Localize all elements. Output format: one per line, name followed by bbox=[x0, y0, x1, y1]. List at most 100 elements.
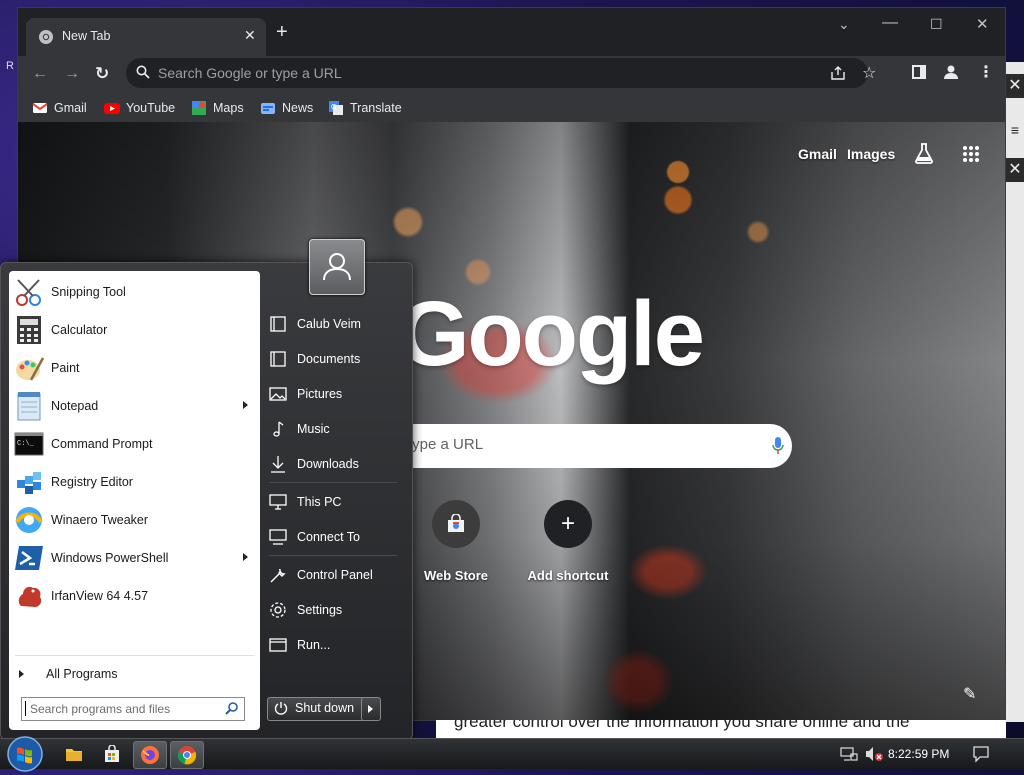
registry-editor-icon bbox=[13, 466, 45, 498]
tab-new-tab[interactable]: New Tab ✕ bbox=[26, 18, 266, 56]
all-programs-button[interactable]: All Programs bbox=[19, 667, 118, 681]
voice-search-icon[interactable] bbox=[772, 437, 784, 455]
place-user-folder[interactable]: Calub Veim bbox=[269, 309, 361, 339]
bookmark-label: YouTube bbox=[126, 101, 176, 115]
profile-icon[interactable] bbox=[943, 64, 959, 80]
labs-flask-icon[interactable] bbox=[914, 142, 934, 164]
search-icon[interactable] bbox=[225, 701, 239, 715]
shutdown-options-button[interactable] bbox=[361, 697, 381, 721]
place-documents[interactable]: Documents bbox=[269, 344, 360, 374]
action-center-icon[interactable] bbox=[972, 745, 990, 763]
program-windows-powershell[interactable]: Windows PowerShell bbox=[9, 539, 260, 577]
svg-text:G: G bbox=[331, 104, 336, 111]
all-programs-label: All Programs bbox=[46, 667, 118, 681]
divider bbox=[269, 482, 397, 483]
file-explorer-button[interactable] bbox=[58, 741, 90, 767]
translate-icon: G bbox=[328, 100, 344, 116]
chrome-button[interactable] bbox=[170, 741, 204, 769]
bookmark-star-icon[interactable]: ☆ bbox=[862, 63, 876, 83]
taskbar-clock[interactable]: 8:22:59 PM bbox=[888, 747, 949, 761]
program-calculator[interactable]: Calculator bbox=[9, 311, 260, 349]
menu-kebab-icon[interactable]: ⋮ bbox=[978, 62, 994, 82]
submenu-arrow-icon[interactable] bbox=[243, 401, 248, 409]
calculator-icon bbox=[13, 314, 45, 346]
snipping-tool-icon bbox=[13, 276, 45, 308]
shortcut-label: Add shortcut bbox=[527, 568, 609, 583]
new-tab-icon[interactable]: + bbox=[276, 22, 288, 42]
bookmark-maps[interactable]: Maps bbox=[191, 100, 244, 116]
background-window-close-icon[interactable]: ✕ bbox=[1006, 74, 1024, 98]
submenu-arrow-icon[interactable] bbox=[243, 553, 248, 561]
start-orb-icon[interactable] bbox=[4, 733, 46, 775]
tab-close-icon[interactable]: ✕ bbox=[244, 27, 256, 44]
gmail-icon bbox=[32, 100, 48, 116]
program-label: Notepad bbox=[51, 399, 99, 413]
powershell-icon bbox=[13, 542, 45, 574]
bookmarks-bar: Gmail YouTube Maps News G Translate bbox=[18, 92, 1005, 122]
ntp-search-box[interactable]: type a URL bbox=[348, 424, 792, 468]
background-window-close-icon-2[interactable]: ✕ bbox=[1006, 158, 1024, 182]
power-icon bbox=[274, 701, 288, 715]
place-label: Music bbox=[297, 422, 330, 436]
place-label: Connect To bbox=[297, 530, 361, 544]
bookmark-label: Translate bbox=[350, 101, 402, 115]
close-window-icon[interactable]: ✕ bbox=[976, 15, 989, 33]
place-pictures[interactable]: Pictures bbox=[269, 379, 342, 409]
place-connect-to[interactable]: Connect To bbox=[269, 522, 360, 552]
shutdown-button[interactable]: Shut down bbox=[267, 697, 365, 721]
tab-search-icon[interactable]: ⌄ bbox=[838, 16, 850, 33]
gmail-link[interactable]: Gmail bbox=[798, 146, 837, 162]
network-icon[interactable] bbox=[840, 746, 858, 762]
start-search-placeholder: Search programs and files bbox=[30, 702, 171, 716]
store-button[interactable] bbox=[96, 741, 128, 767]
back-icon[interactable]: ← bbox=[32, 65, 48, 83]
volume-muted-icon[interactable] bbox=[864, 745, 884, 763]
program-winaero-tweaker[interactable]: Winaero Tweaker bbox=[9, 501, 260, 539]
bookmark-translate[interactable]: G Translate bbox=[328, 100, 402, 116]
place-this-pc[interactable]: This PC bbox=[269, 487, 341, 517]
start-search-input[interactable]: Search programs and files bbox=[21, 697, 245, 721]
google-logo: Google bbox=[398, 283, 705, 385]
program-snipping-tool[interactable]: Snipping Tool bbox=[9, 273, 260, 311]
firefox-button[interactable] bbox=[133, 741, 167, 769]
side-panel-icon[interactable] bbox=[912, 65, 926, 79]
program-paint[interactable]: Paint bbox=[9, 349, 260, 387]
program-label: Calculator bbox=[51, 323, 108, 337]
user-avatar[interactable] bbox=[309, 239, 365, 295]
place-music[interactable]: Music bbox=[269, 414, 330, 444]
paint-icon bbox=[13, 352, 45, 384]
svg-text:C:\_: C:\_ bbox=[17, 440, 35, 448]
minimize-icon[interactable]: — bbox=[882, 14, 898, 32]
divider bbox=[269, 555, 397, 556]
bookmark-gmail[interactable]: Gmail bbox=[32, 100, 87, 116]
reload-icon[interactable]: ↻ bbox=[95, 64, 109, 84]
forward-icon[interactable]: → bbox=[64, 65, 80, 83]
text-cursor bbox=[25, 701, 26, 716]
youtube-icon bbox=[104, 100, 120, 116]
bookmark-label: Gmail bbox=[54, 101, 87, 115]
shortcut-web-store[interactable]: Web Store bbox=[400, 500, 512, 583]
ntp-search-placeholder: type a URL bbox=[408, 436, 484, 453]
web-store-icon bbox=[432, 500, 480, 548]
place-settings[interactable]: Settings bbox=[269, 595, 342, 625]
shortcut-add[interactable]: + Add shortcut bbox=[512, 500, 624, 583]
apps-grid-icon[interactable] bbox=[962, 145, 980, 163]
share-icon[interactable] bbox=[830, 65, 846, 81]
chrome-icon bbox=[177, 745, 197, 765]
program-notepad[interactable]: Notepad bbox=[9, 387, 260, 425]
place-control-panel[interactable]: Control Panel bbox=[269, 560, 373, 590]
omnibox[interactable]: Search Google or type a URL ☆ bbox=[126, 58, 876, 88]
background-window-menu-icon[interactable]: ≡ bbox=[1006, 118, 1024, 142]
shutdown-label: Shut down bbox=[295, 701, 355, 715]
place-run[interactable]: Run... bbox=[269, 630, 330, 660]
bookmark-youtube[interactable]: YouTube bbox=[104, 100, 175, 116]
customize-pencil-icon[interactable]: ✎ bbox=[963, 684, 976, 704]
program-command-prompt[interactable]: C:\_ Command Prompt bbox=[9, 425, 260, 463]
program-registry-editor[interactable]: Registry Editor bbox=[9, 463, 260, 501]
music-icon bbox=[269, 420, 287, 438]
place-downloads[interactable]: Downloads bbox=[269, 449, 359, 479]
maximize-icon[interactable]: ☐ bbox=[930, 16, 943, 33]
bookmark-news[interactable]: News bbox=[260, 100, 313, 116]
program-irfanview[interactable]: IrfanView 64 4.57 bbox=[9, 577, 260, 615]
images-link[interactable]: Images bbox=[847, 146, 895, 162]
